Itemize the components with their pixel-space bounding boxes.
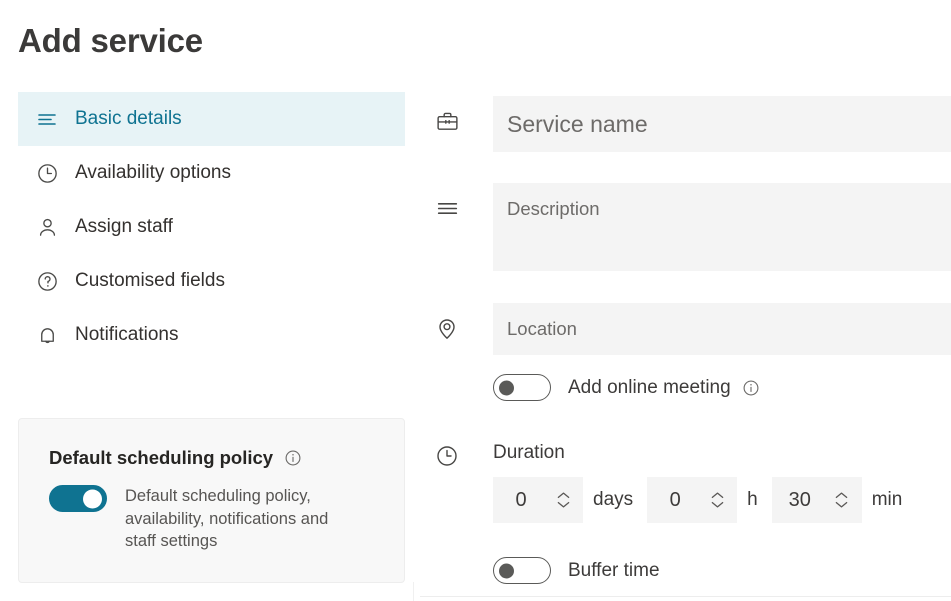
policy-card-title: Default scheduling policy — [49, 447, 273, 469]
chevron-down-icon — [710, 500, 725, 509]
duration-hours-spinner[interactable]: 0 — [647, 477, 737, 523]
sidebar-item-notifications[interactable]: Notifications — [18, 308, 405, 362]
sidebar-item-basic-details[interactable]: Basic details — [18, 92, 405, 146]
duration-minutes-value: 30 — [772, 489, 832, 512]
sidebar-item-label: Availability options — [75, 161, 231, 185]
default-scheduling-policy-toggle[interactable] — [49, 485, 107, 512]
toggle-knob — [83, 489, 102, 508]
duration-minutes-stepper[interactable] — [832, 477, 852, 523]
chevron-up-icon — [556, 491, 571, 500]
duration-minutes-unit: min — [872, 489, 903, 511]
sidebar-item-label: Basic details — [75, 107, 182, 131]
duration-days-spinner[interactable]: 0 — [493, 477, 583, 523]
default-scheduling-policy-card: Default scheduling policy Default schedu… — [18, 418, 405, 583]
duration-days-unit: days — [593, 489, 633, 511]
duration-minutes-spinner[interactable]: 30 — [772, 477, 862, 523]
add-online-meeting-label: Add online meeting — [568, 376, 731, 400]
duration-label: Duration — [493, 441, 565, 465]
duration-hours-stepper[interactable] — [707, 477, 727, 523]
bell-icon — [32, 320, 62, 350]
sidebar-item-assign-staff[interactable]: Assign staff — [18, 200, 405, 254]
info-circle-icon[interactable] — [284, 449, 302, 467]
duration-controls: 0 days 0 h 30 — [493, 477, 902, 523]
person-icon — [32, 212, 62, 242]
bottom-divider — [420, 596, 951, 597]
info-circle-icon[interactable] — [742, 379, 760, 397]
policy-card-header: Default scheduling policy — [49, 447, 382, 469]
sidebar-item-customised-fields[interactable]: Customised fields — [18, 254, 405, 308]
duration-hours-unit: h — [747, 489, 758, 511]
toggle-knob — [499, 563, 514, 578]
policy-card-description: Default scheduling policy, availability,… — [125, 485, 363, 553]
buffer-time-label: Buffer time — [568, 559, 660, 583]
location-input[interactable] — [493, 303, 951, 355]
form-pane: Add online meeting Duration 0 — [420, 0, 951, 601]
add-online-meeting-row: Add online meeting — [493, 374, 760, 401]
list-lines-icon — [32, 104, 62, 134]
lines-icon — [431, 192, 463, 224]
clock-icon — [431, 440, 463, 472]
add-online-meeting-toggle[interactable] — [493, 374, 551, 401]
pane-separator — [413, 582, 414, 601]
buffer-time-toggle[interactable] — [493, 557, 551, 584]
buffer-time-row: Buffer time — [493, 557, 660, 584]
sidebar-item-label: Notifications — [75, 323, 179, 347]
duration-days-value: 0 — [493, 489, 553, 512]
sidebar-item-availability-options[interactable]: Availability options — [18, 146, 405, 200]
duration-hours-value: 0 — [647, 489, 707, 512]
service-name-input[interactable] — [493, 96, 951, 152]
description-input[interactable] — [493, 183, 951, 271]
chevron-up-icon — [710, 491, 725, 500]
policy-card-body: Default scheduling policy, availability,… — [49, 485, 382, 553]
page-title: Add service — [18, 21, 203, 61]
briefcase-icon — [431, 105, 463, 137]
map-pin-icon — [431, 313, 463, 345]
question-circle-icon — [32, 266, 62, 296]
chevron-down-icon — [556, 500, 571, 509]
duration-days-stepper[interactable] — [553, 477, 573, 523]
sidebar-nav: Basic details Availability options Assig… — [18, 92, 405, 362]
chevron-up-icon — [834, 491, 849, 500]
chevron-down-icon — [834, 500, 849, 509]
add-service-page: Add service Basic details Availability o… — [0, 0, 951, 601]
toggle-knob — [499, 380, 514, 395]
clock-icon — [32, 158, 62, 188]
sidebar-item-label: Customised fields — [75, 269, 225, 293]
sidebar-item-label: Assign staff — [75, 215, 173, 239]
